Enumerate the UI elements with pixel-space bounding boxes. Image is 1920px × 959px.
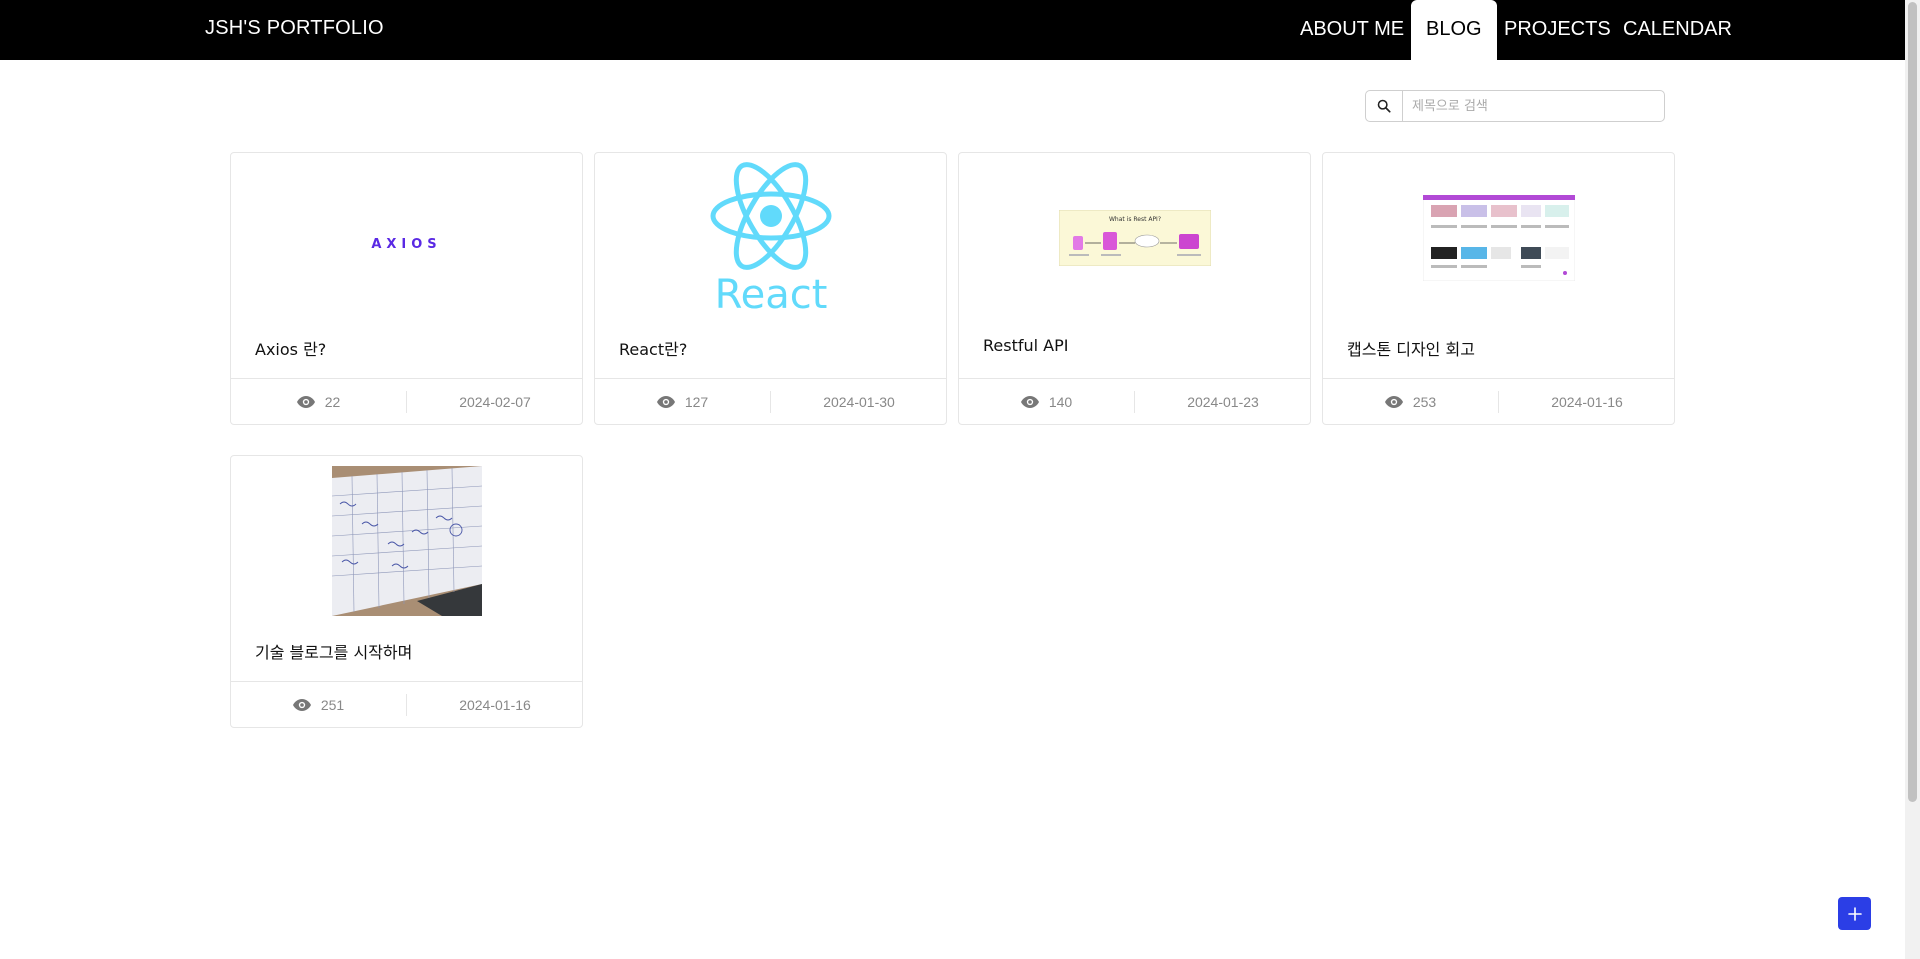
post-views: 127: [595, 379, 770, 425]
plus-icon: [1847, 906, 1862, 921]
post-date: 2024-01-23: [1187, 394, 1259, 410]
rest-api-diagram-image: What is Rest API?: [1058, 210, 1211, 266]
post-date: 2024-01-30: [823, 394, 895, 410]
post-footer: 127 2024-01-30: [595, 378, 946, 425]
nav-item-about-me[interactable]: ABOUT ME: [1285, 0, 1419, 60]
eye-icon: [1020, 396, 1039, 408]
post-title: 기술 블로그를 시작하며: [255, 643, 413, 662]
post-title: 캡스톤 디자인 회고: [1347, 340, 1475, 359]
search-icon: [1377, 99, 1391, 113]
post-thumbnail: What is Rest API?: [959, 153, 1310, 323]
view-count: 140: [1048, 394, 1073, 410]
view-count: 127: [684, 394, 709, 410]
post-card-restful-api[interactable]: What is Rest API? Restful API 140 2024-0…: [958, 152, 1311, 425]
top-nav: JSH'S PORTFOLIO ABOUT ME BLOG PROJECTS C…: [0, 0, 1905, 60]
post-views: 251: [231, 682, 406, 728]
post-date: 2024-01-16: [1551, 394, 1623, 410]
add-post-button[interactable]: [1838, 897, 1871, 930]
eye-icon: [296, 396, 315, 408]
search-input[interactable]: [1404, 91, 1662, 121]
post-footer: 22 2024-02-07: [231, 378, 582, 425]
nav-item-calendar[interactable]: CALENDAR: [1608, 0, 1747, 60]
react-logo: React: [710, 162, 831, 314]
post-footer: 251 2024-01-16: [231, 681, 582, 728]
post-views: 140: [959, 379, 1134, 425]
view-count: 251: [320, 697, 345, 713]
post-footer: 140 2024-01-23: [959, 378, 1310, 425]
post-thumbnail: [1323, 153, 1674, 323]
post-footer: 253 2024-01-16: [1323, 378, 1674, 425]
post-thumbnail: [231, 456, 582, 626]
post-views: 253: [1323, 379, 1498, 425]
capstone-screenshot-image: [1422, 195, 1575, 281]
eye-icon: [292, 699, 311, 711]
search-button[interactable]: [1366, 91, 1403, 121]
post-thumbnail: React: [595, 153, 946, 323]
view-count: 22: [324, 394, 341, 410]
handwritten-notes-photo: [331, 466, 482, 616]
post-date: 2024-01-16: [459, 697, 531, 713]
scrollbar-thumb[interactable]: [1908, 2, 1917, 802]
nav-item-blog[interactable]: BLOG: [1411, 0, 1497, 60]
eye-icon: [1384, 396, 1403, 408]
diagram-title: What is Rest API?: [1108, 216, 1160, 223]
post-title: Restful API: [983, 336, 1069, 355]
post-title: React란?: [619, 340, 688, 359]
post-views: 22: [231, 379, 406, 425]
post-card-starting-tech-blog[interactable]: 기술 블로그를 시작하며 251 2024-01-16: [230, 455, 583, 728]
eye-icon: [656, 396, 675, 408]
post-title: Axios 란?: [255, 340, 327, 359]
search-box: [1365, 90, 1665, 122]
post-date: 2024-02-07: [459, 394, 531, 410]
post-card-axios[interactable]: AXIOS Axios 란? 22 2024-02-07: [230, 152, 583, 425]
react-logo-text: React: [714, 272, 827, 314]
brand-logo[interactable]: JSH'S PORTFOLIO: [205, 17, 384, 40]
axios-logo: AXIOS: [371, 236, 442, 252]
post-card-react[interactable]: React React란? 127 2024-01-30: [594, 152, 947, 425]
post-thumbnail: AXIOS: [231, 153, 582, 323]
nav-item-projects[interactable]: PROJECTS: [1489, 0, 1626, 60]
post-card-capstone-retrospective[interactable]: 캡스톤 디자인 회고 253 2024-01-16: [1322, 152, 1675, 425]
view-count: 253: [1412, 394, 1437, 410]
